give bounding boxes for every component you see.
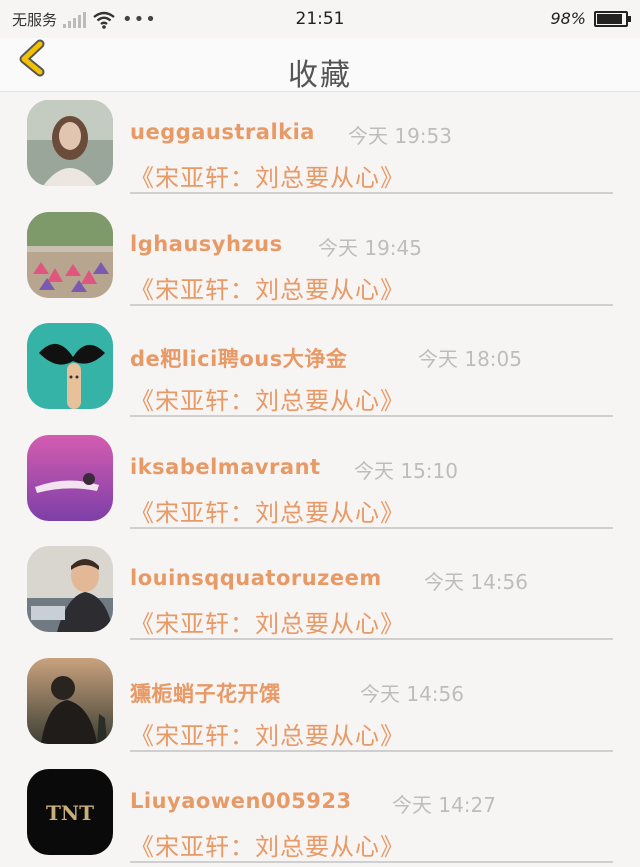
avatar[interactable] (27, 323, 113, 409)
avatar-image (27, 546, 113, 632)
username[interactable]: lghausyhzus (130, 232, 283, 256)
username[interactable]: iksabelmavrant (130, 455, 321, 479)
avatar-image: TNT (27, 769, 113, 855)
timestamp: 今天 14:56 (424, 570, 528, 594)
timestamp: 今天 19:53 (348, 124, 452, 148)
battery-icon (594, 10, 631, 27)
timestamp: 今天 18:05 (418, 347, 522, 371)
avatar-image (27, 434, 113, 521)
post-title[interactable]: 《宋亚轩：刘总要从心》 (130, 270, 405, 305)
list-item[interactable]: ueggaustralkia 今天 19:53 《宋亚轩：刘总要从心》 (0, 92, 640, 204)
avatar[interactable]: TNT (27, 769, 113, 855)
avatar[interactable] (27, 100, 113, 186)
timestamp: 今天 19:45 (318, 235, 422, 260)
status-right: 98% (550, 9, 631, 28)
list-item[interactable]: 獯栀蛸子花开馔 今天 14:56 《宋亚轩：刘总要从心》 (0, 650, 640, 762)
divider (130, 861, 613, 863)
avatar[interactable] (27, 434, 113, 521)
clock: 21:51 (295, 9, 345, 29)
list-item[interactable]: louinsqquatoruzeem 今天 14:56 《宋亚轩：刘总要从心》 (0, 538, 640, 650)
status-bar: 无服务 ••• 21:51 98% (0, 0, 640, 38)
battery-percent: 98% (550, 9, 586, 28)
avatar-image (27, 211, 113, 298)
avatar-image (27, 323, 113, 409)
post-title[interactable]: 《宋亚轩：刘总要从心》 (130, 158, 405, 193)
username[interactable]: louinsqquatoruzeem (130, 566, 382, 590)
post-title[interactable]: 《宋亚轩：刘总要从心》 (130, 827, 405, 862)
timestamp: 今天 14:27 (392, 793, 496, 817)
list-item[interactable]: TNT Liuyaowen005923 今天 14:27 《宋亚轩：刘总要从心》 (0, 761, 640, 867)
page-title: 收藏 (288, 58, 352, 93)
divider (130, 749, 613, 752)
avatar-image (27, 100, 113, 186)
divider (130, 192, 613, 194)
tnt-logo-text: TNT (46, 801, 94, 825)
post-title[interactable]: 《宋亚轩：刘总要从心》 (130, 604, 405, 639)
battery-fill (597, 13, 622, 24)
divider (130, 303, 613, 306)
timestamp: 今天 14:56 (360, 681, 464, 706)
avatar-image (27, 657, 113, 744)
post-title[interactable]: 《宋亚轩：刘总要从心》 (130, 716, 405, 751)
list-item[interactable]: lghausyhzus 今天 19:45 《宋亚轩：刘总要从心》 (0, 204, 640, 316)
divider (130, 638, 613, 640)
list-item[interactable]: de粑lici聘ous大诤金 今天 18:05 《宋亚轩：刘总要从心》 (0, 315, 640, 427)
avatar[interactable] (27, 546, 113, 632)
timestamp: 今天 15:10 (354, 458, 458, 483)
list-item[interactable]: iksabelmavrant 今天 15:10 《宋亚轩：刘总要从心》 (0, 427, 640, 539)
post-title[interactable]: 《宋亚轩：刘总要从心》 (130, 381, 405, 416)
divider (130, 526, 613, 529)
favorites-list: ueggaustralkia 今天 19:53 《宋亚轩：刘总要从心》 lgha… (0, 92, 640, 867)
username[interactable]: Liuyaowen005923 (130, 789, 352, 813)
avatar[interactable] (27, 211, 113, 298)
nav-bar: 收藏 (0, 38, 640, 93)
avatar[interactable] (27, 657, 113, 744)
username[interactable]: ueggaustralkia (130, 120, 315, 144)
post-title[interactable]: 《宋亚轩：刘总要从心》 (130, 493, 405, 528)
divider (130, 415, 613, 417)
username[interactable]: de粑lici聘ous大诤金 (130, 343, 347, 373)
username[interactable]: 獯栀蛸子花开馔 (130, 678, 281, 708)
